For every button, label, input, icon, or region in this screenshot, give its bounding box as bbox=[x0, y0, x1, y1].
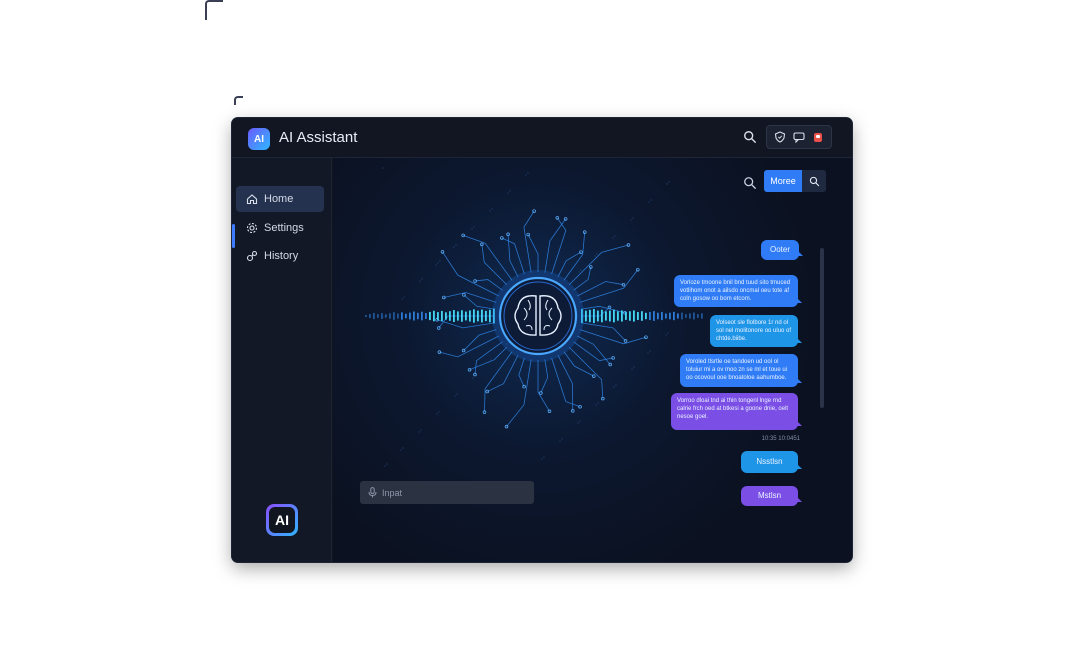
search-icon[interactable] bbox=[743, 130, 757, 144]
chat-input-placeholder: Inpat bbox=[382, 487, 403, 498]
chat-scrollbar[interactable] bbox=[820, 248, 824, 408]
history-icon bbox=[246, 250, 258, 262]
chat-message: Vorloze tmoone bnil bnd tuud sito tmuced… bbox=[674, 275, 802, 307]
chat-icon[interactable] bbox=[792, 130, 806, 144]
app-window: AI AI Assistant Home Settings History AI… bbox=[232, 118, 852, 562]
search-icon[interactable] bbox=[802, 170, 826, 192]
sidebar: Home Settings History AI bbox=[232, 158, 332, 562]
sidebar-item-history[interactable]: History bbox=[236, 243, 324, 269]
page: AI AI Assistant Home Settings History AI… bbox=[0, 0, 1080, 670]
title-bar: AI AI Assistant bbox=[232, 118, 852, 158]
gear-icon bbox=[246, 222, 258, 234]
search-icon[interactable] bbox=[743, 176, 757, 190]
sidebar-item-label: Home bbox=[264, 193, 294, 205]
notification-icon[interactable] bbox=[811, 130, 825, 144]
chat-message: Mstlsn bbox=[741, 486, 802, 506]
more-button-label: Moree bbox=[764, 170, 802, 192]
active-nav-indicator bbox=[232, 224, 235, 248]
shield-icon[interactable] bbox=[773, 130, 787, 144]
chat-message: Nsstlsn bbox=[741, 451, 802, 473]
corner-decoration bbox=[205, 0, 223, 20]
home-icon bbox=[246, 194, 258, 205]
app-logo-text: AI bbox=[254, 133, 264, 145]
app-title: AI Assistant bbox=[279, 129, 358, 146]
microphone-icon[interactable] bbox=[368, 487, 377, 498]
main-panel: Moree Ooter Vorloze tmoone bnil bnd tuud… bbox=[333, 158, 852, 562]
chat-message: Volseot sle flolbore 1r nd ol sol nel mo… bbox=[710, 315, 802, 347]
sidebar-item-settings[interactable]: Settings bbox=[236, 215, 324, 241]
sidebar-logo: AI bbox=[266, 504, 298, 536]
chat-message: Voroled tlsrtle oe tandoen ud ool ol tol… bbox=[680, 354, 802, 387]
more-button[interactable]: Moree bbox=[764, 170, 826, 192]
chat-input[interactable]: Inpat bbox=[360, 481, 534, 504]
corner-decoration bbox=[234, 96, 243, 105]
sidebar-logo-text: AI bbox=[269, 507, 295, 533]
sidebar-item-home[interactable]: Home bbox=[236, 186, 324, 212]
sidebar-item-label: History bbox=[264, 250, 299, 262]
chat-message: Vorroo dloai tnd ai thin tongenl lnge rn… bbox=[671, 393, 802, 430]
sidebar-item-label: Settings bbox=[264, 222, 304, 234]
message-timestamp: 10:35 10:0451 bbox=[761, 436, 800, 442]
chat-message: Ooter bbox=[761, 240, 803, 260]
titlebar-action-group bbox=[766, 125, 832, 149]
app-logo: AI bbox=[248, 128, 270, 150]
